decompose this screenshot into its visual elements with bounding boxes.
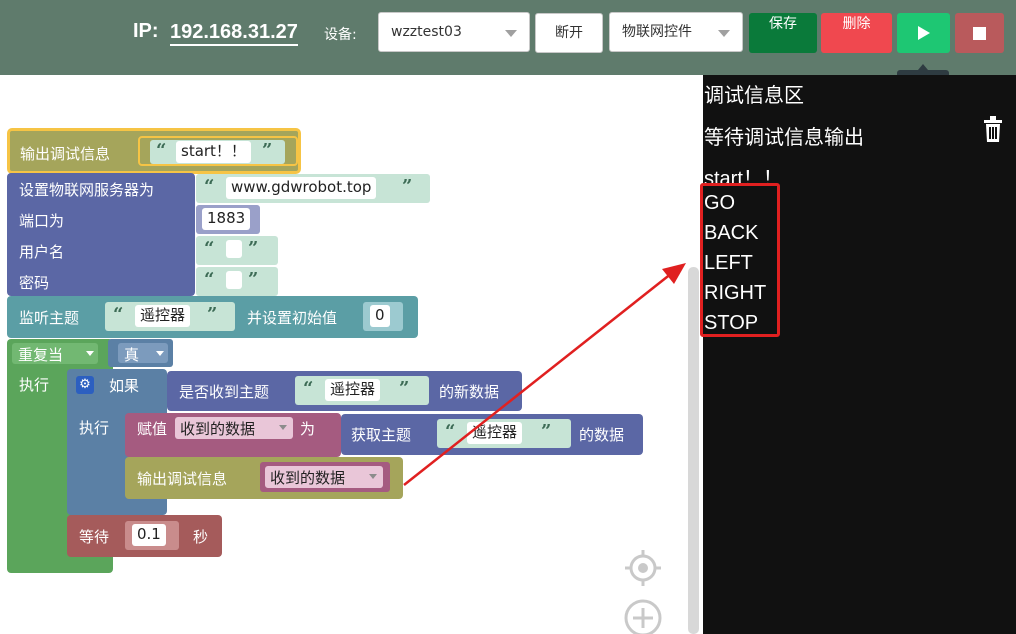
control-select[interactable]: 物联网控件: [609, 12, 743, 52]
text-value[interactable]: start！！: [176, 141, 251, 163]
trash-icon[interactable]: [982, 115, 1004, 143]
server-value[interactable]: www.gdwrobot.top: [226, 177, 377, 199]
subscribe-topic-block[interactable]: 监听主题 “ 遥控器 ” 并设置初始值 0: [7, 296, 418, 338]
close-quote-icon: ”: [248, 269, 259, 290]
condition-dropdown[interactable]: 真: [118, 343, 168, 364]
port-value[interactable]: 1883: [202, 208, 251, 230]
open-quote-icon: “: [113, 304, 124, 325]
assign-label: 赋值: [137, 420, 168, 438]
ip-address[interactable]: 192.168.31.27: [170, 20, 298, 46]
if-label: 如果: [109, 377, 140, 395]
highlight-box: [700, 183, 780, 337]
inner-do-label: 执行: [79, 419, 110, 437]
received-label: 是否收到主题: [179, 383, 270, 401]
output-label: 输出调试信息: [137, 470, 228, 488]
close-quote-icon: ”: [207, 304, 218, 325]
control-select-value: 物联网控件: [622, 24, 692, 40]
port-label: 端口为: [19, 212, 65, 230]
stop-icon: [973, 27, 986, 40]
text-block[interactable]: “ start！！ ”: [150, 140, 285, 164]
block-label: 输出调试信息: [20, 145, 111, 163]
password-label: 密码: [19, 274, 50, 292]
password-value[interactable]: [226, 271, 242, 289]
variable-get-block[interactable]: 收到的数据: [260, 462, 390, 492]
open-quote-icon: “: [204, 238, 215, 259]
chevron-down-icon: [86, 351, 94, 356]
iot-server-block[interactable]: 设置物联网服务器为 端口为 用户名 密码: [7, 173, 195, 296]
play-icon: [918, 26, 930, 40]
topic-value[interactable]: 遥控器: [135, 305, 191, 327]
top-toolbar: IP: 192.168.31.27 设备: wzztest03 断开 物联网控件…: [0, 0, 1016, 75]
chevron-down-icon: [279, 425, 287, 430]
debug-output-block[interactable]: 输出调试信息 “ start！！ ”: [7, 128, 301, 174]
init-value[interactable]: 0: [370, 305, 390, 327]
init-value-label: 并设置初始值: [247, 309, 338, 327]
close-quote-icon: ”: [248, 238, 259, 259]
device-select[interactable]: wzztest03: [378, 12, 530, 52]
open-quote-icon: “: [204, 269, 215, 290]
variable-dropdown[interactable]: 收到的数据: [265, 466, 383, 488]
username-text-block[interactable]: “ ”: [196, 236, 278, 265]
save-button[interactable]: 保存: [749, 13, 817, 53]
username-label: 用户名: [19, 243, 65, 261]
subscribe-label: 监听主题: [19, 309, 80, 327]
wait-block[interactable]: 等待 0.1 秒: [67, 515, 222, 557]
gear-icon[interactable]: ⚙: [76, 376, 94, 394]
recenter-icon[interactable]: [623, 548, 663, 588]
init-number-block[interactable]: 0: [363, 302, 403, 331]
delete-button[interactable]: 删除: [821, 13, 892, 53]
debug-panel: 调试信息区 等待调试信息输出 start！！ GO BACK LEFT RIGH…: [703, 75, 1016, 634]
boolean-block[interactable]: 真: [108, 339, 173, 367]
open-quote-icon: “: [303, 378, 314, 399]
server-text-block[interactable]: “ www.gdwrobot.top ”: [196, 174, 430, 203]
repeat-label: 重复当: [18, 346, 64, 364]
close-quote-icon: ”: [402, 176, 413, 197]
do-label: 执行: [19, 376, 50, 394]
debug-panel-title: 调试信息区: [704, 85, 804, 107]
received-topic-value[interactable]: 遥控器: [325, 379, 381, 401]
stop-button[interactable]: [955, 13, 1004, 53]
output-var: 收到的数据: [270, 469, 346, 487]
zoom-in-icon[interactable]: [623, 598, 663, 634]
as-label: 为: [300, 420, 316, 438]
annotation-arrow: [403, 263, 686, 486]
chevron-down-icon: [369, 474, 377, 479]
wait-number-block[interactable]: 0.1: [125, 521, 179, 550]
text-slot[interactable]: “ start！！ ”: [138, 136, 298, 166]
repeat-mode-dropdown[interactable]: 重复当: [12, 343, 98, 364]
assign-var: 收到的数据: [180, 420, 256, 438]
assign-block[interactable]: 赋值 收到的数据 为: [125, 413, 341, 457]
open-quote-icon: “: [156, 140, 167, 161]
variable-dropdown[interactable]: 收到的数据: [175, 417, 293, 439]
chevron-down-icon: [505, 30, 517, 37]
wait-value[interactable]: 0.1: [132, 524, 166, 546]
username-value[interactable]: [226, 240, 242, 258]
output-data-block[interactable]: 输出调试信息 收到的数据: [125, 457, 403, 499]
close-quote-icon: ”: [262, 140, 273, 161]
disconnect-button[interactable]: 断开: [535, 13, 603, 53]
condition-value: 真: [124, 346, 140, 364]
open-quote-icon: “: [204, 176, 215, 197]
debug-status: 等待调试信息输出: [704, 127, 864, 149]
seconds-label: 秒: [193, 528, 209, 546]
topic-text-block[interactable]: “ 遥控器 ”: [105, 302, 235, 331]
device-label: 设备:: [324, 27, 357, 43]
wait-label: 等待: [79, 528, 110, 546]
set-server-label: 设置物联网服务器为: [19, 181, 155, 199]
run-button[interactable]: [897, 13, 950, 53]
port-number-block[interactable]: 1883: [196, 205, 260, 234]
device-select-value: wzztest03: [391, 24, 462, 40]
password-text-block[interactable]: “ ”: [196, 267, 278, 296]
chevron-down-icon: [156, 351, 164, 356]
ip-label: IP:: [133, 20, 159, 42]
chevron-down-icon: [718, 30, 730, 37]
